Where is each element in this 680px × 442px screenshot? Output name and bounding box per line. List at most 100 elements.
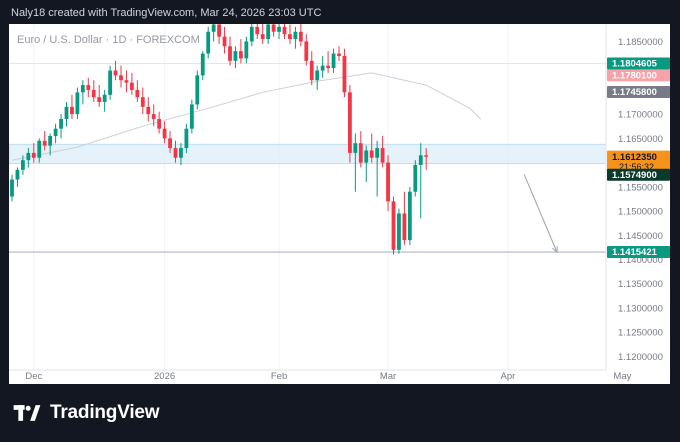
candle-body: [97, 97, 102, 103]
candle: [304, 34, 309, 66]
candle: [70, 94, 74, 119]
brand-name: TradingView: [50, 402, 160, 423]
candle-body: [31, 152, 36, 158]
candle-body: [37, 140, 42, 158]
candle-body: [140, 97, 145, 107]
chart-panel[interactable]: 1.18500001.17500001.17000001.16500001.16…: [9, 24, 670, 384]
candle: [217, 24, 221, 44]
candle: [391, 196, 396, 255]
candle: [233, 46, 238, 69]
candle-body: [157, 118, 162, 129]
candle-body: [21, 160, 25, 170]
candle: [277, 24, 281, 40]
candle: [337, 46, 341, 61]
y-tick-label: 1.1500000: [618, 207, 663, 218]
candle: [413, 160, 418, 197]
candle-body: [173, 148, 178, 158]
x-tick-label: Mar: [380, 371, 396, 382]
candle: [260, 24, 265, 44]
candle-body: [211, 24, 216, 32]
candle: [222, 26, 227, 54]
price-label-value: 1.1780100: [612, 71, 657, 82]
candle-body: [266, 24, 271, 40]
candle-body: [239, 51, 243, 59]
x-tick-label: May: [613, 371, 631, 382]
candle: [162, 121, 167, 144]
candle-body: [424, 155, 429, 157]
y-tick-label: 1.1250000: [618, 328, 663, 339]
candle-body: [184, 128, 189, 149]
candle-body: [195, 75, 200, 105]
candle-body: [255, 26, 260, 35]
candle: [293, 26, 298, 49]
candle-body: [206, 31, 211, 54]
x-tick-label: Apr: [501, 371, 516, 382]
y-tick-label: 1.1650000: [618, 134, 663, 145]
price-label: 1.1745800: [607, 85, 670, 98]
candle: [140, 87, 145, 115]
candle: [375, 140, 380, 197]
candle-body: [391, 201, 396, 250]
candle-body: [108, 70, 112, 95]
candle-body: [304, 41, 309, 61]
y-tick-label: 1.1850000: [618, 37, 663, 48]
candle: [407, 186, 412, 245]
candle: [315, 65, 320, 90]
candle-body: [418, 155, 423, 166]
projection-line: [523, 174, 558, 253]
candle: [326, 51, 330, 73]
candle: [266, 24, 271, 44]
candle-body: [222, 36, 227, 47]
price-label: 1.1415421: [607, 246, 670, 258]
y-tick-label: 1.1700000: [618, 110, 663, 121]
candle-body: [168, 138, 172, 149]
candle: [358, 131, 363, 168]
x-tick-label: Feb: [271, 371, 287, 382]
candle-body: [271, 24, 276, 32]
candle-body: [15, 169, 20, 180]
tradingview-logo-icon: [13, 405, 41, 421]
candle: [271, 24, 276, 37]
candle-body: [353, 143, 358, 153]
candle: [195, 70, 200, 110]
x-tick-label: Dec: [25, 371, 42, 382]
candle: [146, 97, 151, 122]
y-tick-label: 1.1350000: [618, 279, 663, 290]
candle-body: [64, 106, 69, 119]
candle: [157, 111, 162, 134]
candle-body: [298, 31, 303, 42]
candle: [348, 85, 352, 163]
candle: [386, 155, 390, 212]
candle-body: [102, 94, 107, 103]
tradingview-brand: TradingView: [12, 402, 160, 424]
candle: [320, 55, 325, 78]
price-label: 1.1574900: [607, 168, 670, 181]
candle-body: [309, 60, 314, 81]
time-axis[interactable]: Dec 2026 Feb Mar Apr May: [25, 371, 631, 382]
price-label-value: 1.1574900: [612, 170, 657, 181]
candle: [239, 39, 243, 64]
candle-body: [369, 150, 374, 158]
candle-body: [91, 89, 96, 98]
zone-rect: [9, 143, 607, 164]
candle: [15, 167, 20, 187]
vertical-grid: [33, 24, 509, 370]
candles: [10, 24, 429, 255]
candle-body: [402, 213, 407, 241]
candle-body: [233, 51, 238, 61]
candle: [102, 89, 107, 112]
candle: [189, 99, 194, 134]
candle: [53, 123, 58, 144]
candle-body: [59, 118, 63, 129]
candle: [64, 102, 69, 127]
candle: [298, 24, 303, 47]
candle-body: [315, 70, 320, 81]
candle-body: [130, 82, 134, 90]
candle-body: [10, 179, 14, 197]
candle-body: [260, 34, 265, 40]
price-chart[interactable]: 1.18500001.17500001.17000001.16500001.16…: [9, 24, 670, 384]
candle: [255, 24, 260, 40]
candle: [97, 85, 102, 107]
candle: [124, 70, 129, 93]
candle-body: [135, 89, 140, 98]
